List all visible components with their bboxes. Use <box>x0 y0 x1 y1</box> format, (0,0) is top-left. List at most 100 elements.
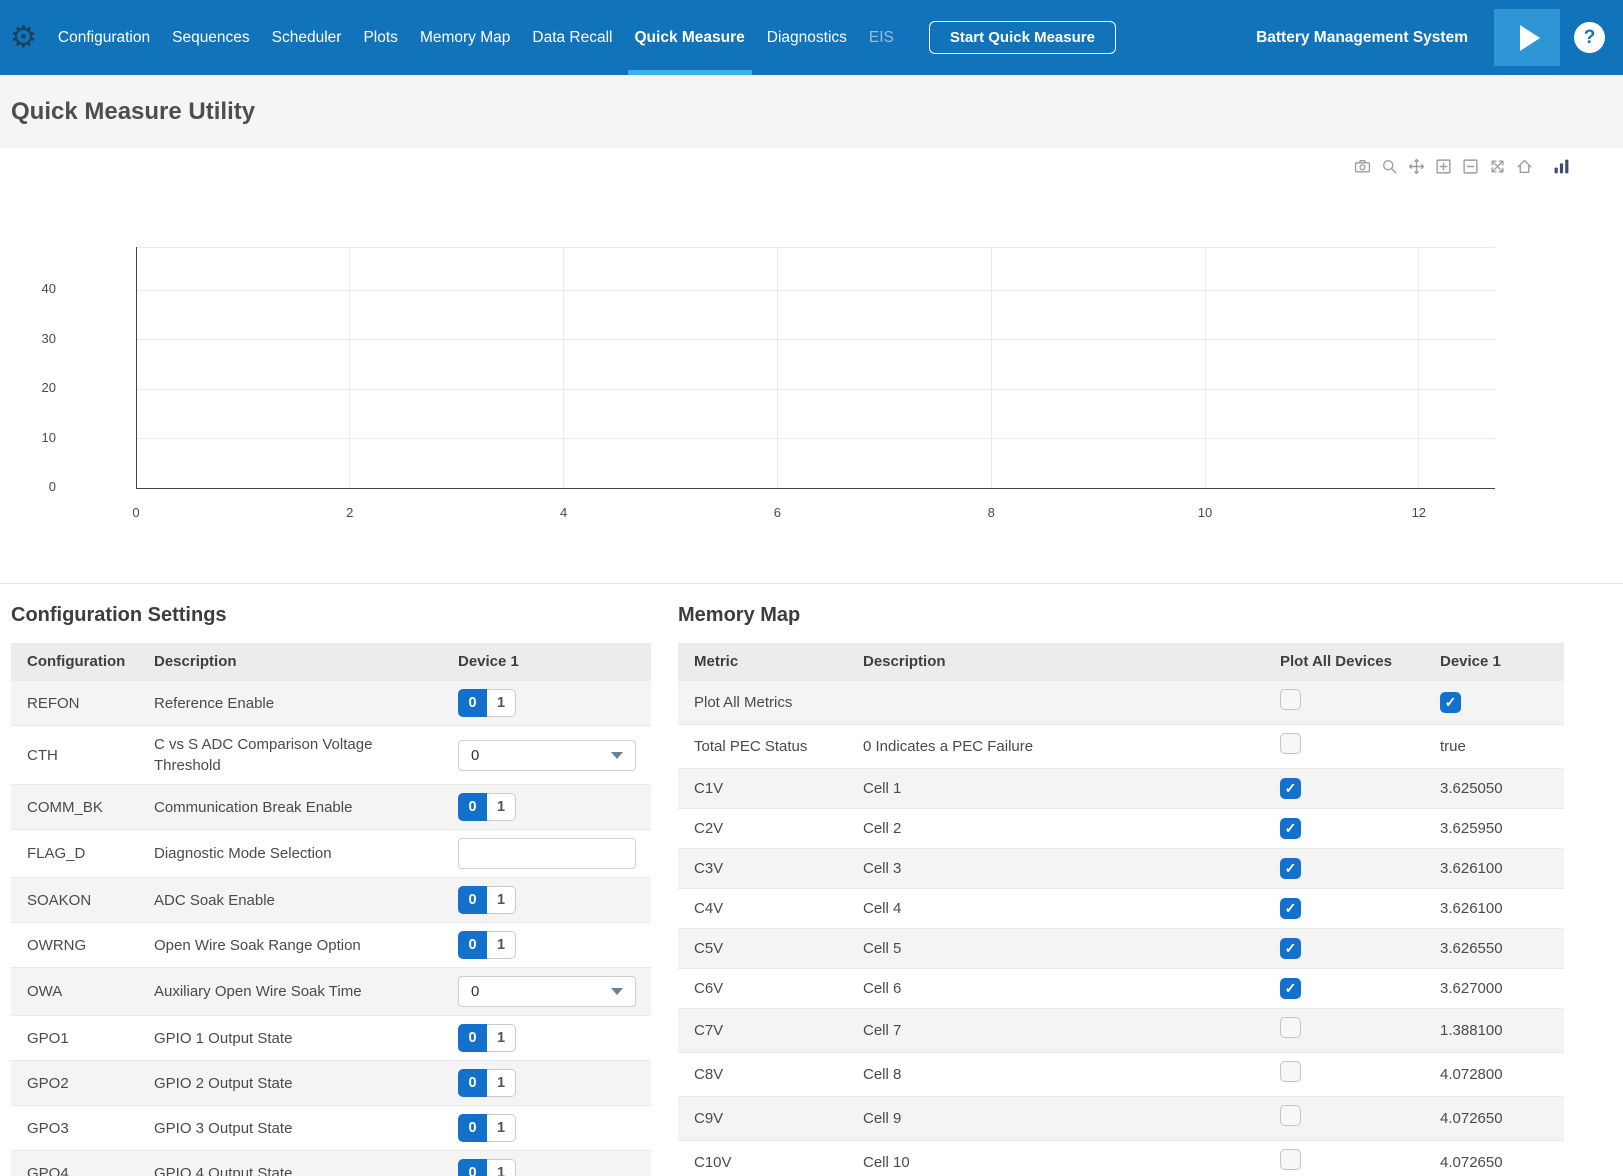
gpo4-toggle-option-1[interactable]: 1 <box>487 1159 516 1176</box>
metric-name: C4V <box>678 890 847 927</box>
config-name: OWRNG <box>11 927 138 964</box>
comm-bk-toggle-option-1[interactable]: 1 <box>487 793 516 821</box>
owrng-toggle-option-1[interactable]: 1 <box>487 931 516 959</box>
y-tick-label: 10 <box>0 430 56 445</box>
gpo2-toggle-option-0[interactable]: 0 <box>458 1069 487 1097</box>
nav-item-sequences[interactable]: Sequences <box>161 0 261 75</box>
config-row-cth: CTHC vs S ADC Comparison Voltage Thresho… <box>11 726 651 785</box>
pan-icon[interactable] <box>1407 157 1425 175</box>
soakon-toggle-option-0[interactable]: 0 <box>458 886 487 914</box>
memory-map-header: Metric Description Plot All Devices Devi… <box>678 643 1564 681</box>
c4v-plot-all-checkbox[interactable]: ✓ <box>1280 898 1301 919</box>
device1-value: true <box>1440 738 1466 755</box>
nav-item-plots[interactable]: Plots <box>352 0 408 75</box>
metric-description: Cell 7 <box>847 1012 1264 1049</box>
gridline <box>991 247 992 488</box>
soakon-toggle-option-1[interactable]: 1 <box>487 886 516 914</box>
gridline <box>563 247 564 488</box>
nav-item-quick-measure[interactable]: Quick Measure <box>624 0 756 75</box>
total-pec-status-plot-all-checkbox[interactable] <box>1280 733 1301 754</box>
config-name: GPO3 <box>11 1110 138 1147</box>
device1-cell: 4.072650 <box>1424 1100 1564 1137</box>
comm-bk-toggle-option-0[interactable]: 0 <box>458 793 487 821</box>
device1-value: 3.626550 <box>1440 940 1503 957</box>
plot-all-cell <box>1264 1053 1424 1096</box>
zoom-icon[interactable] <box>1380 157 1398 175</box>
c5v-plot-all-checkbox[interactable]: ✓ <box>1280 938 1301 959</box>
config-name: REFON <box>11 685 138 722</box>
settings-gear-icon[interactable]: ⚙ <box>10 23 37 53</box>
camera-icon[interactable] <box>1353 157 1371 175</box>
y-tick-label: 40 <box>0 281 56 296</box>
gridline <box>136 339 1495 340</box>
owa-select[interactable]: 0 <box>458 976 636 1007</box>
gpo3-toggle: 01 <box>458 1114 516 1142</box>
plot-all-metrics-plot-all-checkbox[interactable] <box>1280 689 1301 710</box>
plotly-logo-icon[interactable] <box>1552 157 1570 175</box>
plot-all-cell <box>1264 681 1424 724</box>
gridline <box>136 438 1495 439</box>
config-row-comm-bk: COMM_BKCommunication Break Enable01 <box>11 785 651 830</box>
y-tick-label: 20 <box>0 380 56 395</box>
metric-name: C3V <box>678 850 847 887</box>
c2v-plot-all-checkbox[interactable]: ✓ <box>1280 818 1301 839</box>
gridline <box>136 247 1495 248</box>
play-button[interactable] <box>1494 9 1560 66</box>
c7v-plot-all-checkbox[interactable] <box>1280 1017 1301 1038</box>
c9v-plot-all-checkbox[interactable] <box>1280 1105 1301 1126</box>
gpo3-toggle-option-0[interactable]: 0 <box>458 1114 487 1142</box>
config-description: Diagnostic Mode Selection <box>138 835 442 872</box>
nav-item-memory-map[interactable]: Memory Map <box>409 0 521 75</box>
metric-description: Cell 5 <box>847 930 1264 967</box>
home-icon[interactable] <box>1515 157 1533 175</box>
gpo4-toggle-option-0[interactable]: 0 <box>458 1159 487 1176</box>
nav-item-data-recall[interactable]: Data Recall <box>521 0 623 75</box>
plot-all-metrics-device1-checkbox[interactable]: ✓ <box>1440 692 1461 713</box>
nav-item-diagnostics[interactable]: Diagnostics <box>756 0 858 75</box>
c1v-plot-all-checkbox[interactable]: ✓ <box>1280 778 1301 799</box>
nav-item-scheduler[interactable]: Scheduler <box>261 0 353 75</box>
chevron-down-icon <box>611 988 623 995</box>
gpo1-toggle-option-0[interactable]: 0 <box>458 1024 487 1052</box>
memory-row-c7v: C7VCell 71.388100 <box>678 1009 1564 1053</box>
c10v-plot-all-checkbox[interactable] <box>1280 1149 1301 1170</box>
device1-value: 3.625050 <box>1440 780 1503 797</box>
config-row-gpo4: GPO4GPIO 4 Output State01 <box>11 1151 651 1176</box>
nav-item-configuration[interactable]: Configuration <box>47 0 161 75</box>
gpo3-toggle-option-1[interactable]: 1 <box>487 1114 516 1142</box>
plot-canvas[interactable]: 010203040024681012 <box>0 148 1623 583</box>
cth-select[interactable]: 0 <box>458 740 636 771</box>
plot-all-cell: ✓ <box>1264 810 1424 847</box>
help-button[interactable]: ? <box>1574 22 1605 53</box>
metric-description: Cell 3 <box>847 850 1264 887</box>
autoscale-icon[interactable] <box>1488 157 1506 175</box>
metric-description: Cell 6 <box>847 970 1264 1007</box>
plot-modebar <box>1353 157 1570 175</box>
metric-name: C1V <box>678 770 847 807</box>
zoom-in-icon[interactable] <box>1434 157 1452 175</box>
play-icon <box>1520 25 1540 51</box>
refon-toggle-option-0[interactable]: 0 <box>458 689 487 717</box>
flag-d-input[interactable] <box>458 838 636 869</box>
nav-tabs: ConfigurationSequencesSchedulerPlotsMemo… <box>47 0 905 75</box>
c8v-plot-all-checkbox[interactable] <box>1280 1061 1301 1082</box>
config-name: GPO1 <box>11 1020 138 1057</box>
device1-value: 3.625950 <box>1440 820 1503 837</box>
gpo4-toggle: 01 <box>458 1159 516 1176</box>
config-description: Auxiliary Open Wire Soak Time <box>138 973 442 1010</box>
start-quick-measure-button[interactable]: Start Quick Measure <box>929 21 1116 54</box>
metric-name: C2V <box>678 810 847 847</box>
x-tick-label: 4 <box>534 505 594 520</box>
memory-map-title: Memory Map <box>678 604 1564 627</box>
owa-select-value: 0 <box>471 981 611 1002</box>
c6v-plot-all-checkbox[interactable]: ✓ <box>1280 978 1301 999</box>
owrng-toggle-option-0[interactable]: 0 <box>458 931 487 959</box>
zoom-out-icon[interactable] <box>1461 157 1479 175</box>
device1-value: 4.072650 <box>1440 1154 1503 1171</box>
refon-toggle-option-1[interactable]: 1 <box>487 689 516 717</box>
x-tick-label: 6 <box>747 505 807 520</box>
gpo2-toggle-option-1[interactable]: 1 <box>487 1069 516 1097</box>
c3v-plot-all-checkbox[interactable]: ✓ <box>1280 858 1301 879</box>
gpo1-toggle-option-1[interactable]: 1 <box>487 1024 516 1052</box>
nav-item-eis: EIS <box>858 0 905 75</box>
